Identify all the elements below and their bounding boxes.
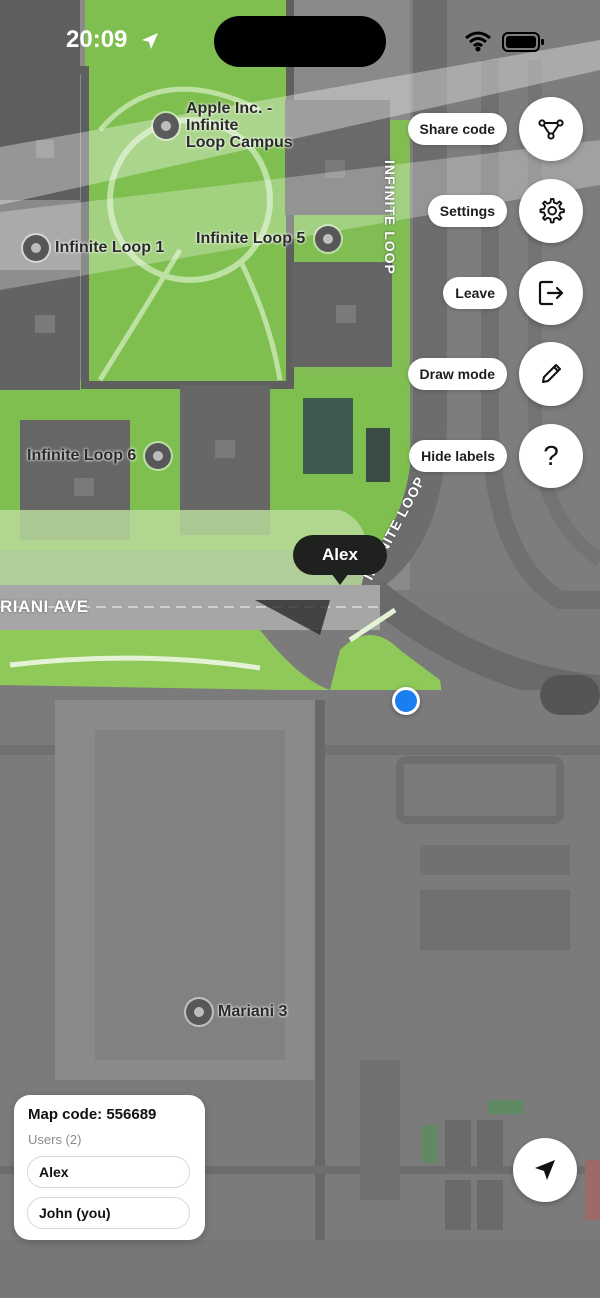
map-code-text: Map code: 556689 [28,1106,157,1123]
hide-labels-label[interactable]: Hide labels [409,440,507,472]
poi-marker-icon[interactable] [186,999,212,1025]
settings-button[interactable] [519,179,583,243]
draw-mode-button[interactable] [519,342,583,406]
user-item-john[interactable]: John (you) [27,1197,190,1229]
share-code-label[interactable]: Share code [407,113,507,145]
status-time: 20:09 [66,26,128,53]
map-info-panel: Map code: 556689 Users (2) Alex John (yo… [14,1095,205,1240]
poi-label-mariani-3: Mariani 3 [218,1003,288,1020]
hide-labels-button[interactable]: ? [519,424,583,488]
building-marker-icon[interactable] [153,113,179,139]
user-marker-alex[interactable]: Alex [293,535,387,575]
poi-label-apple-campus: Apple Inc. - Infinite Loop Campus [186,100,293,151]
question-icon: ? [543,440,559,471]
exit-icon [538,280,564,306]
recenter-location-button[interactable] [513,1138,577,1202]
share-nodes-icon [538,119,564,140]
poi-marker-icon[interactable] [145,443,171,469]
location-arrow-icon [535,1160,555,1180]
poi-label-infinite-loop-1: Infinite Loop 1 [55,239,165,256]
share-code-button[interactable] [519,97,583,161]
dynamic-island [214,16,386,67]
wifi-icon [465,31,491,52]
current-location-dot [392,687,420,715]
users-heading: Users (2) [28,1132,82,1147]
street-label-mariani-ave: RIANI AVE [0,597,89,616]
user-item-alex[interactable]: Alex [27,1156,190,1188]
settings-label[interactable]: Settings [427,195,507,227]
location-arrow-icon [142,33,158,49]
poi-marker-icon[interactable] [315,226,341,252]
poi-marker-icon[interactable] [23,235,49,261]
leave-button[interactable] [519,261,583,325]
battery-icon [502,32,544,52]
pencil-icon [542,364,561,383]
status-bar: 20:09 [0,0,600,80]
poi-label-infinite-loop-5: Infinite Loop 5 [196,230,306,247]
draw-mode-label[interactable]: Draw mode [407,358,507,390]
leave-label[interactable]: Leave [443,277,507,309]
street-label-infinite-loop-top: INFINITE LOOP [382,160,398,275]
gear-icon [539,198,565,224]
poi-label-infinite-loop-6: Infinite Loop 6 [27,447,137,464]
marker-tail [331,573,349,585]
